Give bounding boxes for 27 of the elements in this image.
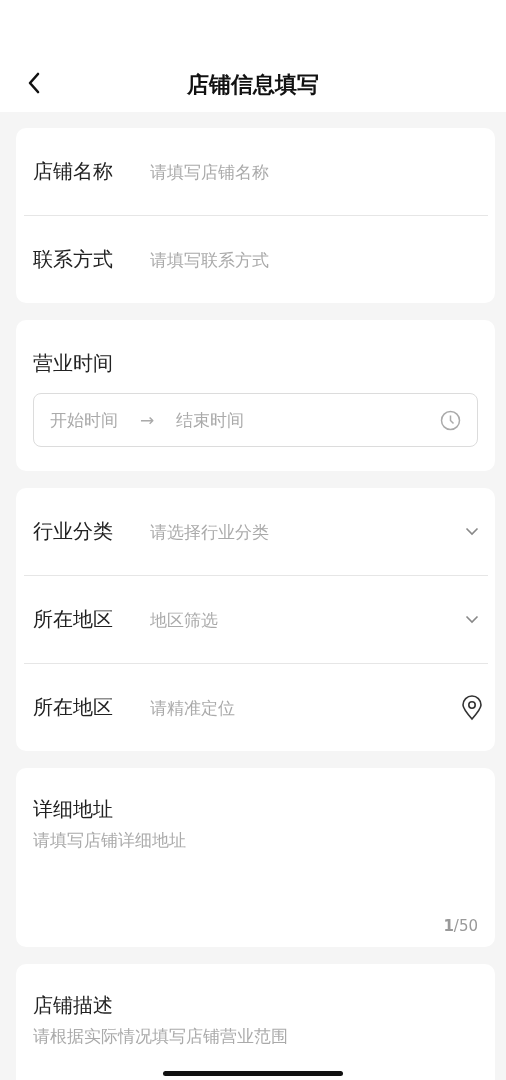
field-label: 详细地址 [33,796,114,823]
text-input[interactable]: 请根据实际情况填写店铺营业范围 [33,1025,478,1080]
start-time-placeholder: 开始时间 [50,408,118,432]
field-label: 所在地区 [33,606,114,633]
input-field[interactable]: 请填写联系方式 [150,249,483,270]
field-label: 店铺名称 [33,158,114,185]
back-icon[interactable] [27,72,41,94]
textarea-field[interactable]: 详细地址 请填写店铺详细地址 1/50 [16,768,495,947]
chevron-down-icon[interactable] [465,527,479,536]
chevron-down-icon[interactable] [465,615,479,624]
end-time-placeholder: 结束时间 [176,408,245,432]
textarea-field[interactable]: 店铺描述 请根据实际情况填写店铺营业范围 [16,964,495,1080]
arrow-separator: → [140,410,155,430]
input-field[interactable]: 请填写店铺名称 [150,161,483,182]
location-field[interactable]: 请精准定位 [150,697,461,718]
field-label: 营业时间 [33,350,114,377]
select-field[interactable]: 请选择行业分类 [150,521,465,542]
text-input[interactable]: 请填写店铺详细地址 [33,829,478,913]
clock-icon [440,409,461,431]
field-label: 联系方式 [33,246,114,273]
character-counter: 1/50 [443,917,478,935]
location-pin-icon[interactable] [461,694,483,721]
field-label: 店铺描述 [33,992,114,1019]
field-label: 所在地区 [33,694,114,721]
field-label: 行业分类 [33,518,114,545]
select-field[interactable]: 地区筛选 [150,609,465,630]
page-title: 店铺信息填写 [187,71,319,99]
